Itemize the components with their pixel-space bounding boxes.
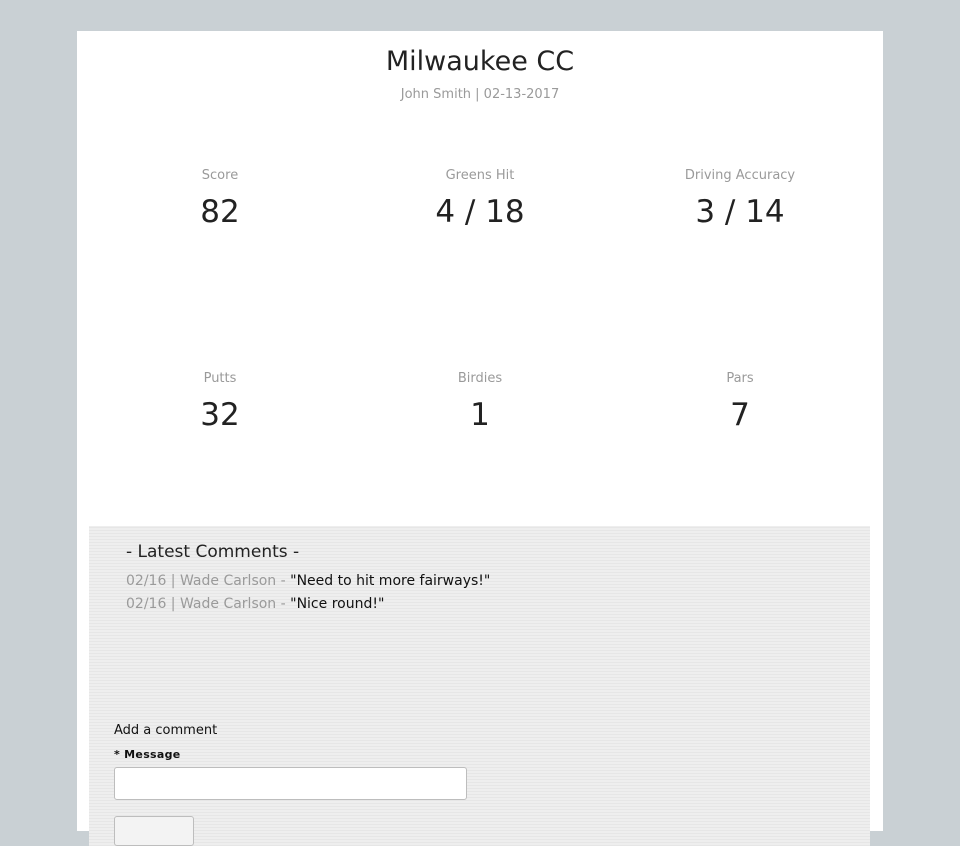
stat-label: Greens Hit xyxy=(445,168,515,183)
stat-label: Birdies xyxy=(457,371,503,386)
stat-driving-accuracy: Driving Accuracy 3 / 14 xyxy=(610,168,870,230)
stat-label: Driving Accuracy xyxy=(684,168,796,183)
message-input[interactable] xyxy=(114,767,467,800)
comment-item: 02/16 | Wade Carlson - "Nice round!" xyxy=(126,596,384,612)
comments-section: - Latest Comments - 02/16 | Wade Carlson… xyxy=(89,526,870,846)
comment-meta: 02/16 | Wade Carlson - xyxy=(126,573,291,589)
stat-value: 4 / 18 xyxy=(435,194,525,230)
player-date: John Smith | 02-13-2017 xyxy=(400,87,560,102)
stat-value: 7 xyxy=(730,397,750,433)
comment-item: 02/16 | Wade Carlson - "Need to hit more… xyxy=(126,573,490,589)
stat-greens-hit: Greens Hit 4 / 18 xyxy=(350,168,610,230)
stat-pars: Pars 7 xyxy=(610,371,870,433)
stat-label: Pars xyxy=(726,371,754,386)
stat-score: Score 82 xyxy=(90,168,350,230)
round-card: Milwaukee CC John Smith | 02-13-2017 Sco… xyxy=(77,31,883,846)
add-comment-title: Add a comment xyxy=(114,723,218,738)
stat-value: 32 xyxy=(200,397,240,433)
stat-label: Score xyxy=(201,168,239,183)
stat-value: 1 xyxy=(470,397,490,433)
course-title: Milwaukee CC xyxy=(385,46,575,77)
submit-comment-button[interactable] xyxy=(114,816,194,846)
comment-text: "Need to hit more fairways!" xyxy=(290,573,491,589)
message-label: * Message xyxy=(114,748,181,761)
stat-putts: Putts 32 xyxy=(90,371,350,433)
comment-meta: 02/16 | Wade Carlson - xyxy=(126,596,291,612)
comment-text: "Nice round!" xyxy=(290,596,385,612)
stat-birdies: Birdies 1 xyxy=(350,371,610,433)
stat-value: 3 / 14 xyxy=(695,194,785,230)
stat-label: Putts xyxy=(203,371,237,386)
stat-value: 82 xyxy=(200,194,240,230)
comments-heading: - Latest Comments - xyxy=(126,542,300,562)
